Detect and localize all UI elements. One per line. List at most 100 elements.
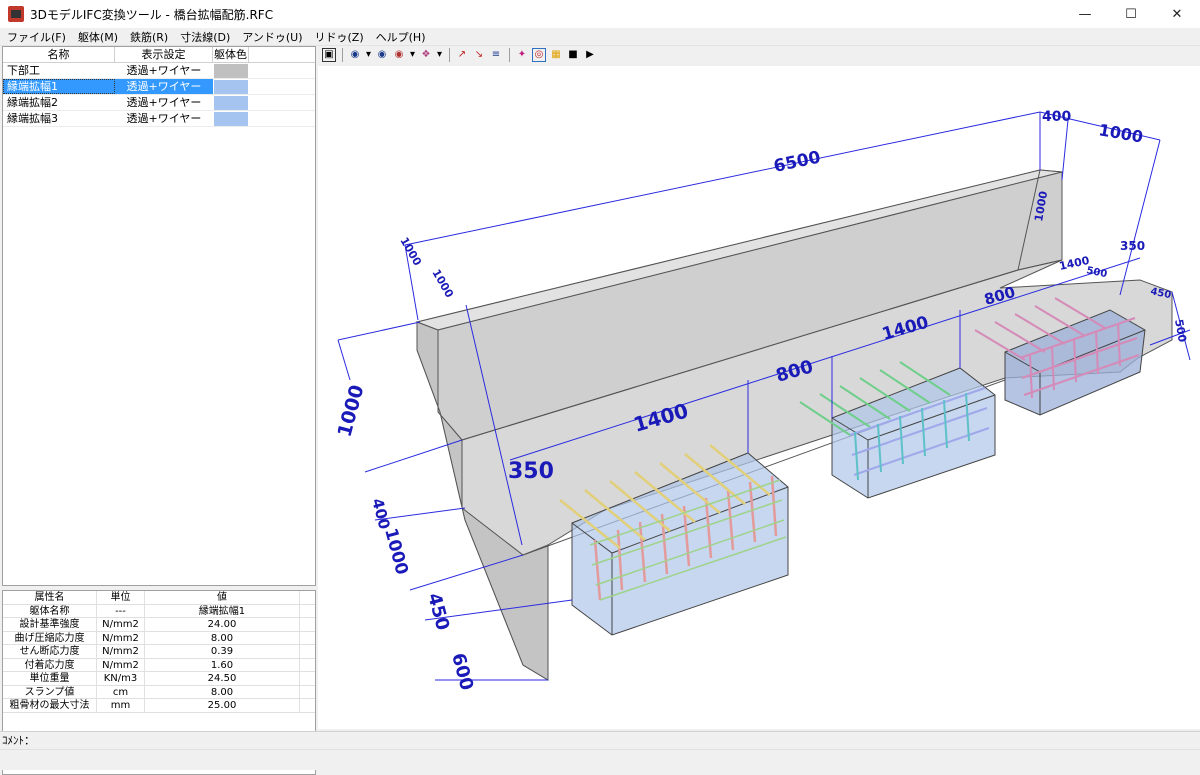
member-row-selected[interactable]: 縁端拡幅1 透過+ワイヤー [3, 79, 315, 95]
color-grid-icon[interactable]: ▦ [549, 48, 563, 62]
target-icon[interactable]: ◎ [532, 48, 546, 62]
comment-bar: ｺﾒﾝﾄ： [0, 731, 1200, 749]
property-row[interactable]: 躯体名称 --- 縁端拡幅1 [3, 604, 315, 618]
prop-value[interactable]: 8.00 [145, 685, 300, 698]
menu-rebar[interactable]: 鉄筋(R) [123, 29, 173, 45]
menu-redo[interactable]: リドゥ(Z) [308, 29, 369, 45]
member-display[interactable]: 透過+ワイヤー [115, 111, 213, 126]
prop-name: スランプ値 [3, 685, 97, 698]
prop-unit: cm [97, 685, 145, 698]
dropdown-arrow-icon[interactable]: ▾ [436, 48, 443, 62]
axis-icon[interactable]: ✦ [515, 48, 529, 62]
add-dimension-icon[interactable]: ↗ [455, 48, 469, 62]
toolbar-separator [509, 48, 510, 62]
color-swatch[interactable] [214, 80, 248, 94]
dim-label: 400 [1042, 109, 1071, 125]
toolbar-separator [449, 48, 450, 62]
title-bar: 3DモデルIFC変換ツール - 橋台拡幅配筋.RFC — ☐ ✕ [0, 0, 1200, 28]
dim-label: 450 [423, 591, 453, 633]
prop-unit: mm [97, 699, 145, 712]
3d-viewer: ▣ ◉ ▾ ◉ ◉ ▾ ❖ ▾ ↗ ↘ ≡ ✦ ◎ ▦ ■ ▶ 6500 400… [318, 46, 1200, 729]
delete-dimension-icon[interactable]: ↘ [472, 48, 486, 62]
model-canvas[interactable]: 6500 400 1000 350 1400 800 1400 800 1000… [318, 66, 1200, 729]
dim-label: 350 [508, 459, 554, 484]
bottom-bar [0, 749, 1200, 770]
prop-header-value: 値 [145, 591, 300, 604]
header-color[interactable]: 躯体色 [213, 47, 249, 62]
member-row[interactable]: 縁端拡幅2 透過+ワイヤー [3, 95, 315, 111]
menu-help[interactable]: ヘルプ(H) [369, 29, 431, 45]
dim-label: 500 [1085, 265, 1108, 280]
prop-value[interactable]: 25.00 [145, 699, 300, 712]
dim-label: 1000 [334, 383, 369, 440]
property-row[interactable]: 付着応力度 N/mm2 1.60 [3, 658, 315, 672]
prop-value[interactable]: 1.60 [145, 658, 300, 671]
prop-header-unit: 単位 [97, 591, 145, 604]
dropdown-arrow-icon[interactable]: ▾ [409, 48, 416, 62]
model-3d[interactable]: 6500 400 1000 350 1400 800 1400 800 1000… [318, 66, 1200, 729]
prop-unit: N/mm2 [97, 631, 145, 644]
app-icon [8, 6, 24, 22]
member-name: 縁端拡幅2 [7, 96, 58, 109]
color-swatch[interactable] [214, 96, 248, 110]
property-row[interactable]: 設計基準強度 N/mm2 24.00 [3, 618, 315, 632]
camera-icon[interactable]: ■ [566, 48, 580, 62]
prop-value[interactable]: 0.39 [145, 645, 300, 658]
maximize-button[interactable]: ☐ [1108, 0, 1154, 28]
color-swatch[interactable] [214, 64, 248, 78]
member-display[interactable]: 透過+ワイヤー [115, 63, 213, 78]
prop-name: 単位重量 [3, 672, 97, 685]
prop-unit: KN/m3 [97, 672, 145, 685]
align-dimension-icon[interactable]: ≡ [489, 48, 503, 62]
prop-name: せん断応力度 [3, 645, 97, 658]
prop-unit: N/mm2 [97, 645, 145, 658]
minimize-button[interactable]: — [1062, 0, 1108, 28]
prop-value[interactable]: 24.50 [145, 672, 300, 685]
prop-name: 曲げ圧縮応力度 [3, 631, 97, 644]
property-row[interactable]: せん断応力度 N/mm2 0.39 [3, 645, 315, 659]
view-cube-icon[interactable]: ❖ [419, 48, 433, 62]
binoculars-plus-icon[interactable]: ◉ [375, 48, 389, 62]
prop-value[interactable]: 24.00 [145, 618, 300, 631]
dim-label: 350 [1120, 239, 1145, 253]
movie-icon[interactable]: ▶ [583, 48, 597, 62]
menu-file[interactable]: ファイル(F) [0, 29, 71, 45]
binoculars-red-icon[interactable]: ◉ [392, 48, 406, 62]
prop-value[interactable]: 8.00 [145, 631, 300, 644]
prop-name: 躯体名称 [3, 604, 97, 617]
header-display[interactable]: 表示設定 [115, 47, 213, 62]
member-row[interactable]: 下部工 透過+ワイヤー [3, 63, 315, 79]
menu-dimension[interactable]: 寸法線(D) [173, 29, 235, 45]
member-name: 縁端拡幅1 [3, 79, 115, 94]
property-row[interactable]: 粗骨材の最大寸法 mm 25.00 [3, 699, 315, 713]
toolbar-separator [342, 48, 343, 62]
property-row[interactable]: スランプ値 cm 8.00 [3, 685, 315, 699]
comment-label: ｺﾒﾝﾄ： [2, 734, 35, 747]
window-title: 3DモデルIFC変換ツール - 橋台拡幅配筋.RFC [30, 7, 274, 22]
prop-name: 設計基準強度 [3, 618, 97, 631]
prop-unit: N/mm2 [97, 658, 145, 671]
member-display[interactable]: 透過+ワイヤー [115, 79, 213, 94]
viewer-toolbar: ▣ ◉ ▾ ◉ ◉ ▾ ❖ ▾ ↗ ↘ ≡ ✦ ◎ ▦ ■ ▶ [318, 46, 1200, 64]
color-swatch[interactable] [214, 112, 248, 126]
dropdown-arrow-icon[interactable]: ▾ [365, 48, 372, 62]
dim-label: 6500 [772, 147, 823, 176]
dim-label: 400 [368, 496, 393, 531]
property-row[interactable]: 単位重量 KN/m3 24.50 [3, 672, 315, 686]
menu-body[interactable]: 躯体(M) [71, 29, 123, 45]
member-display[interactable]: 透過+ワイヤー [115, 95, 213, 110]
left-pane: 名称 表示設定 躯体色 下部工 透過+ワイヤー 縁端拡幅1 透過+ワイヤー 縁端… [2, 46, 316, 775]
prop-value[interactable]: 縁端拡幅1 [145, 604, 300, 617]
prop-header-name: 属性名 [3, 591, 97, 604]
property-row[interactable]: 曲げ圧縮応力度 N/mm2 8.00 [3, 631, 315, 645]
member-row[interactable]: 縁端拡幅3 透過+ワイヤー [3, 111, 315, 127]
binoculars-icon[interactable]: ◉ [348, 48, 362, 62]
member-list: 名称 表示設定 躯体色 下部工 透過+ワイヤー 縁端拡幅1 透過+ワイヤー 縁端… [2, 46, 316, 586]
header-name[interactable]: 名称 [3, 47, 115, 62]
menu-undo[interactable]: アンドゥ(U) [235, 29, 307, 45]
dim-label: 500 [1172, 318, 1189, 343]
close-button[interactable]: ✕ [1154, 0, 1200, 28]
fit-view-icon[interactable]: ▣ [322, 48, 336, 62]
member-name: 下部工 [7, 64, 40, 77]
prop-name: 粗骨材の最大寸法 [3, 699, 97, 712]
